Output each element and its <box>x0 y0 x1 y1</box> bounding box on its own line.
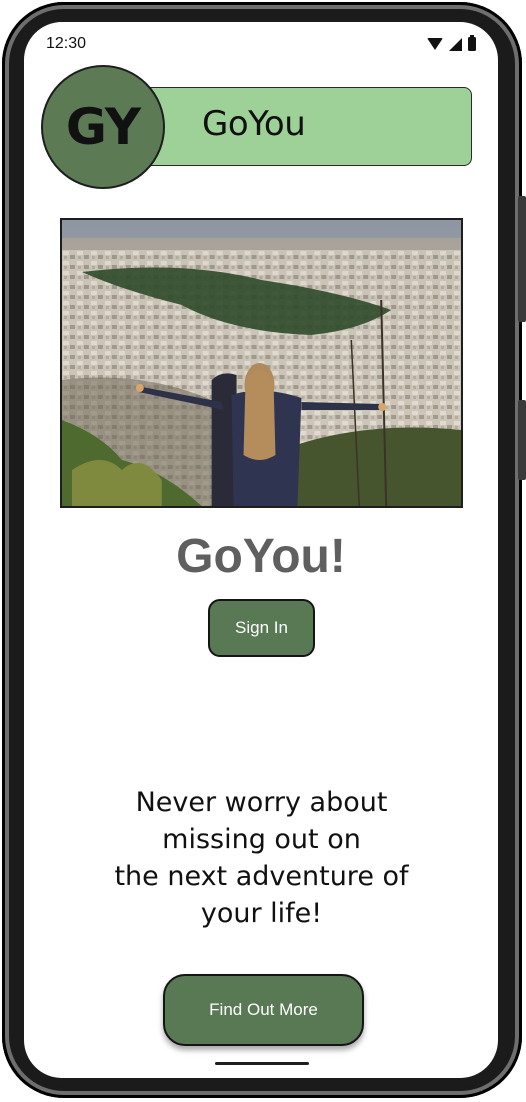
home-indicator[interactable] <box>215 1062 309 1065</box>
status-icons <box>427 35 476 51</box>
app-name-header: GoYou <box>202 104 306 144</box>
app-title: GoYou! <box>176 530 346 583</box>
wifi-icon <box>427 38 443 50</box>
volume-button <box>518 400 526 480</box>
header-banner: GoYou <box>128 87 472 166</box>
logo-text: GY <box>65 98 141 156</box>
status-time: 12:30 <box>46 35 87 52</box>
tagline: Never worry about missing out on the nex… <box>114 787 409 929</box>
power-button <box>518 196 526 322</box>
signal-icon <box>449 37 462 51</box>
hero-photo <box>62 220 461 506</box>
hero-image <box>60 218 463 508</box>
status-bar: 12:30 <box>24 22 498 66</box>
app-logo: GY <box>41 65 165 189</box>
phone-screen: 12:30 GoYou GY GoYou! Sign In Never worr… <box>24 22 498 1078</box>
battery-icon <box>468 35 476 51</box>
sign-in-button[interactable]: Sign In <box>208 599 315 657</box>
find-out-more-button[interactable]: Find Out More <box>163 974 364 1046</box>
